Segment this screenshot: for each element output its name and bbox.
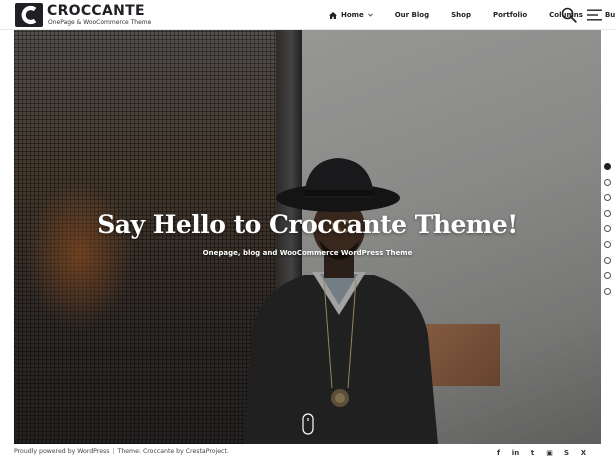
section-dot[interactable]: [604, 194, 611, 202]
footer-theme-link[interactable]: Theme: Croccante by CrestaProject.: [118, 448, 229, 455]
flickr-icon[interactable]: ▣: [545, 448, 554, 457]
footer-powered-link[interactable]: Proudly powered by WordPress: [14, 448, 109, 455]
nav-shop[interactable]: Shop: [440, 0, 482, 30]
chevron-down-icon: [367, 13, 373, 17]
section-dot[interactable]: [604, 225, 611, 233]
site-footer: Proudly powered by WordPress | Theme: Croc…: [0, 444, 615, 461]
logo-title: CROCCANTE: [47, 3, 145, 19]
section-dot[interactable]: [604, 272, 611, 280]
section-dot[interactable]: [604, 209, 611, 217]
logo-tagline: OnePage & WooCommerce Theme: [48, 19, 152, 26]
section-dot[interactable]: [604, 240, 611, 248]
mouse-scroll-icon[interactable]: [302, 413, 314, 435]
search-icon[interactable]: [561, 7, 577, 23]
facebook-icon[interactable]: f: [494, 448, 503, 457]
site-header: CROCCANTE OnePage & WooCommerce Theme Ho…: [0, 0, 615, 30]
section-dot[interactable]: [604, 287, 611, 295]
section-dot[interactable]: [604, 256, 611, 264]
site-logo[interactable]: CROCCANTE OnePage & WooCommerce Theme: [14, 3, 204, 27]
footer-credits: Proudly powered by WordPress | Theme: Croc…: [14, 448, 229, 455]
nav-portfolio[interactable]: Portfolio: [482, 0, 538, 30]
nav-home-label: Home: [341, 11, 364, 19]
hero-subtitle: Onepage, blog and WooCommerce WordPress …: [202, 249, 413, 257]
nav-home[interactable]: Home: [318, 0, 384, 30]
xing-icon[interactable]: X: [579, 448, 588, 457]
section-dots-nav: [604, 163, 612, 303]
logo-c-icon: [15, 3, 43, 27]
section-dot[interactable]: [604, 163, 611, 170]
skype-icon[interactable]: S: [562, 448, 571, 457]
linkedin-icon[interactable]: in: [511, 448, 520, 457]
section-dot[interactable]: [604, 178, 611, 186]
hero-slider: Say Hello to Croccante Theme! Onepage, b…: [14, 30, 601, 444]
hero-title: Say Hello to Croccante Theme!: [97, 210, 518, 239]
social-links: f in t ▣ S X: [486, 446, 588, 459]
nav-our-blog[interactable]: Our Blog: [384, 0, 440, 30]
footer-separator: |: [112, 448, 115, 455]
hamburger-icon[interactable]: [587, 9, 602, 21]
page: CROCCANTE OnePage & WooCommerce Theme Ho…: [0, 0, 615, 461]
home-icon: [329, 11, 337, 19]
tumblr-icon[interactable]: t: [528, 448, 537, 457]
